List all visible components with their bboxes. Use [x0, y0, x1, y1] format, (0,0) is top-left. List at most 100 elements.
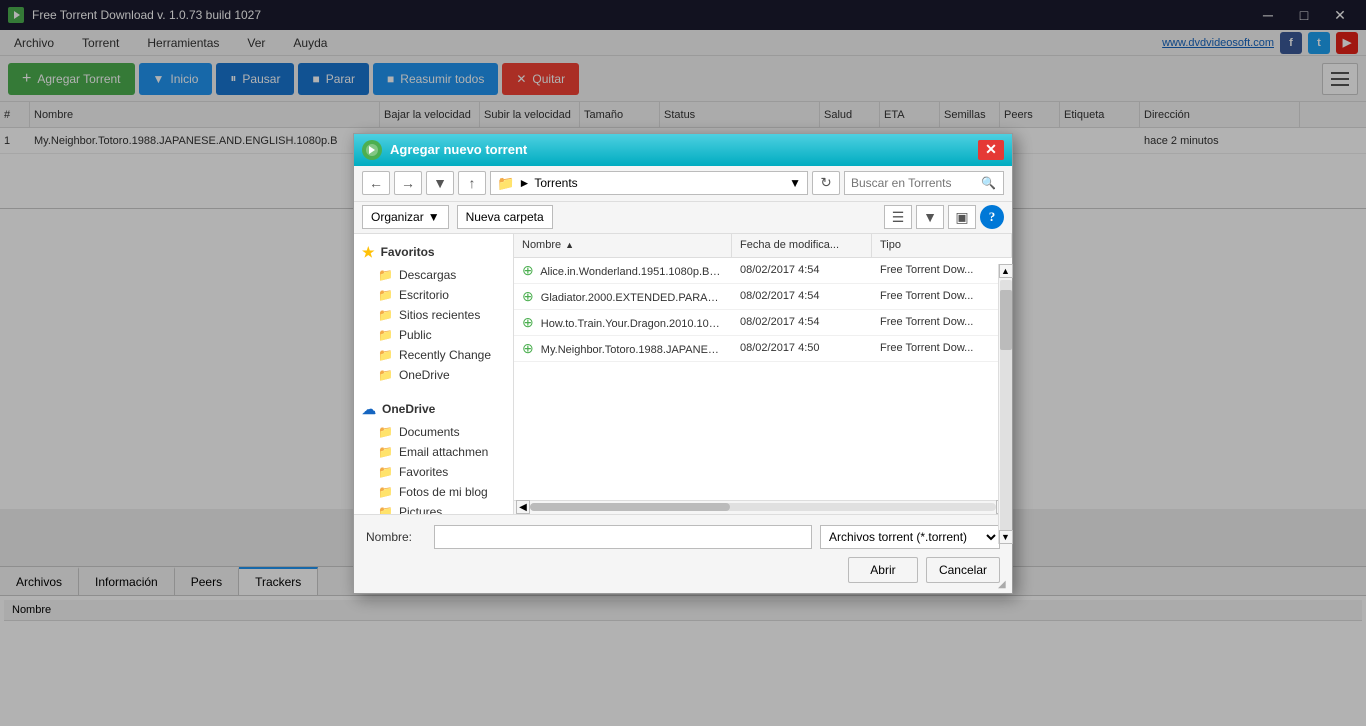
- new-folder-button[interactable]: Nueva carpeta: [457, 205, 553, 229]
- file-cell-type-alice: Free Torrent Dow...: [872, 264, 1012, 276]
- folder-icon-sitios: 📁: [378, 308, 393, 322]
- scroll-down-button[interactable]: ▼: [999, 530, 1013, 544]
- organize-chevron: ▼: [428, 210, 440, 224]
- filetype-select[interactable]: Archivos torrent (*.torrent) Todos los a…: [820, 525, 1000, 549]
- file-name-howto: How.to.Train.Your.Dragon.2010.1080p.Bl..…: [541, 318, 732, 330]
- preview-button[interactable]: ▣: [948, 205, 976, 229]
- file-row-howto[interactable]: ⊕ How.to.Train.Your.Dragon.2010.1080p.Bl…: [514, 310, 1012, 336]
- folder-icon-fotos: 📁: [378, 485, 393, 499]
- resize-handle[interactable]: ◢: [998, 579, 1010, 591]
- v-scroll-track: [1000, 280, 1012, 542]
- sidebar-item-label-descargas: Descargas: [399, 268, 456, 282]
- favorites-header[interactable]: ★ Favoritos: [354, 240, 513, 265]
- file-cell-name-neighbor: ⊕ My.Neighbor.Totoro.1988.JAPANESE.AN...: [514, 340, 732, 357]
- sidebar-item-escritorio[interactable]: 📁 Escritorio: [354, 285, 513, 305]
- h-scroll-thumb[interactable]: [530, 503, 730, 511]
- view-list-button[interactable]: ☰: [884, 205, 912, 229]
- sidebar-item-email[interactable]: 📁 Email attachmen: [354, 442, 513, 462]
- back-button[interactable]: ←: [362, 171, 390, 195]
- dialog-secondary-toolbar: Organizar ▼ Nueva carpeta ☰ ▼ ▣ ?: [354, 202, 1012, 234]
- refresh-button[interactable]: ↻: [812, 171, 840, 195]
- organize-label: Organizar: [371, 210, 424, 224]
- sidebar-item-onedrive-fav[interactable]: 📁 OneDrive: [354, 365, 513, 385]
- forward-button[interactable]: →: [394, 171, 422, 195]
- v-scroll-thumb[interactable]: [1000, 290, 1012, 350]
- sidebar-item-label-favorites: Favorites: [399, 465, 448, 479]
- scroll-left-button[interactable]: ◀: [516, 500, 530, 514]
- up-button[interactable]: ↑: [458, 171, 486, 195]
- file-row-alice[interactable]: ⊕ Alice.in.Wonderland.1951.1080p.BRRip.x…: [514, 258, 1012, 284]
- file-cell-name-howto: ⊕ How.to.Train.Your.Dragon.2010.1080p.Bl…: [514, 314, 732, 331]
- footer-buttons: Abrir Cancelar: [366, 557, 1000, 583]
- file-panel: Nombre▲ Fecha de modifica... Tipo ⊕ Alic…: [514, 234, 1012, 514]
- folder-icon-documents: 📁: [378, 425, 393, 439]
- sidebar-item-public[interactable]: 📁 Public: [354, 325, 513, 345]
- file-cell-date-neighbor: 08/02/2017 4:50: [732, 342, 872, 354]
- torrent-icon-alice: ⊕: [522, 262, 534, 278]
- dialog-titlebar-left: Agregar nuevo torrent: [362, 140, 527, 160]
- sidebar-item-label-onedrive-fav: OneDrive: [399, 368, 450, 382]
- sort-icon: ▲: [565, 240, 574, 250]
- h-scrollbar[interactable]: ◀ ▶: [514, 500, 1012, 514]
- organize-button[interactable]: Organizar ▼: [362, 205, 449, 229]
- secondary-toolbar-left: Organizar ▼ Nueva carpeta: [362, 205, 553, 229]
- onedrive-header[interactable]: ☁ OneDrive: [354, 397, 513, 422]
- file-name-alice: Alice.in.Wonderland.1951.1080p.BRRip.x2.…: [540, 266, 732, 278]
- file-cell-name-gladiator: ⊕ Gladiator.2000.EXTENDED.PARAMOUNT....: [514, 288, 732, 305]
- view-controls: ☰ ▼ ▣ ?: [884, 205, 1004, 229]
- filename-label: Nombre:: [366, 530, 426, 544]
- file-cell-date-alice: 08/02/2017 4:54: [732, 264, 872, 276]
- file-cell-type-neighbor: Free Torrent Dow...: [872, 342, 1012, 354]
- file-row-gladiator[interactable]: ⊕ Gladiator.2000.EXTENDED.PARAMOUNT.... …: [514, 284, 1012, 310]
- dialog-titlebar: Agregar nuevo torrent ✕: [354, 134, 1012, 166]
- torrent-icon-howto: ⊕: [522, 314, 534, 330]
- dialog-close-button[interactable]: ✕: [978, 140, 1004, 160]
- cloud-icon: ☁: [362, 401, 376, 418]
- cancel-button[interactable]: Cancelar: [926, 557, 1000, 583]
- favorites-section: ★ Favoritos 📁 Descargas 📁 Escritorio 📁 S…: [354, 234, 513, 391]
- path-text: Torrents: [534, 176, 577, 190]
- scroll-up-button[interactable]: ▲: [999, 264, 1013, 278]
- search-icon: 🔍: [981, 176, 996, 190]
- file-col-name[interactable]: Nombre▲: [514, 234, 732, 257]
- file-cell-type-howto: Free Torrent Dow...: [872, 316, 1012, 328]
- file-col-type[interactable]: Tipo: [872, 234, 1012, 257]
- search-input[interactable]: [851, 176, 981, 190]
- sidebar-item-label-email: Email attachmen: [399, 445, 488, 459]
- folder-icon-escritorio: 📁: [378, 288, 393, 302]
- sidebar-item-sitios[interactable]: 📁 Sitios recientes: [354, 305, 513, 325]
- sidebar-scrollbar[interactable]: ▲ ▼: [998, 264, 1012, 544]
- folder-icon-descargas: 📁: [378, 268, 393, 282]
- file-cell-date-howto: 08/02/2017 4:54: [732, 316, 872, 328]
- sidebar-item-favorites[interactable]: 📁 Favorites: [354, 462, 513, 482]
- view-dropdown-button[interactable]: ▼: [916, 205, 944, 229]
- recent-locations-button[interactable]: ▼: [426, 171, 454, 195]
- file-cell-type-gladiator: Free Torrent Dow...: [872, 290, 1012, 302]
- onedrive-section: ☁ OneDrive 📁 Documents 📁 Email attachmen…: [354, 391, 513, 514]
- sidebar-item-pictures[interactable]: 📁 Pictures: [354, 502, 513, 514]
- file-name-gladiator: Gladiator.2000.EXTENDED.PARAMOUNT....: [541, 292, 732, 304]
- path-bar[interactable]: 📁 ► Torrents ▼: [490, 171, 808, 195]
- folder-icon-recently: 📁: [378, 348, 393, 362]
- open-button[interactable]: Abrir: [848, 557, 918, 583]
- sidebar-item-fotos[interactable]: 📁 Fotos de mi blog: [354, 482, 513, 502]
- sidebar-item-recently-change[interactable]: 📁 Recently Change: [354, 345, 513, 365]
- file-cell-name-alice: ⊕ Alice.in.Wonderland.1951.1080p.BRRip.x…: [514, 262, 732, 279]
- sidebar-item-documents[interactable]: 📁 Documents: [354, 422, 513, 442]
- folder-icon-onedrive-fav: 📁: [378, 368, 393, 382]
- file-col-date[interactable]: Fecha de modifica...: [732, 234, 872, 257]
- dialog-overlay: Agregar nuevo torrent ✕ ← → ▼ ↑ 📁 ► Torr…: [0, 0, 1366, 726]
- sidebar-item-label-sitios: Sitios recientes: [399, 308, 480, 322]
- file-cell-date-gladiator: 08/02/2017 4:54: [732, 290, 872, 302]
- sidebar-panel: ★ Favoritos 📁 Descargas 📁 Escritorio 📁 S…: [354, 234, 514, 514]
- star-icon: ★: [362, 244, 375, 261]
- search-box[interactable]: 🔍: [844, 171, 1004, 195]
- h-scroll-track: [530, 503, 996, 511]
- help-button[interactable]: ?: [980, 205, 1004, 229]
- sidebar-item-descargas[interactable]: 📁 Descargas: [354, 265, 513, 285]
- file-row-neighbor[interactable]: ⊕ My.Neighbor.Totoro.1988.JAPANESE.AN...…: [514, 336, 1012, 362]
- add-torrent-dialog: Agregar nuevo torrent ✕ ← → ▼ ↑ 📁 ► Torr…: [353, 133, 1013, 594]
- sidebar-item-label-pictures: Pictures: [399, 505, 442, 514]
- sidebar-item-label-public: Public: [399, 328, 432, 342]
- filename-input[interactable]: [434, 525, 812, 549]
